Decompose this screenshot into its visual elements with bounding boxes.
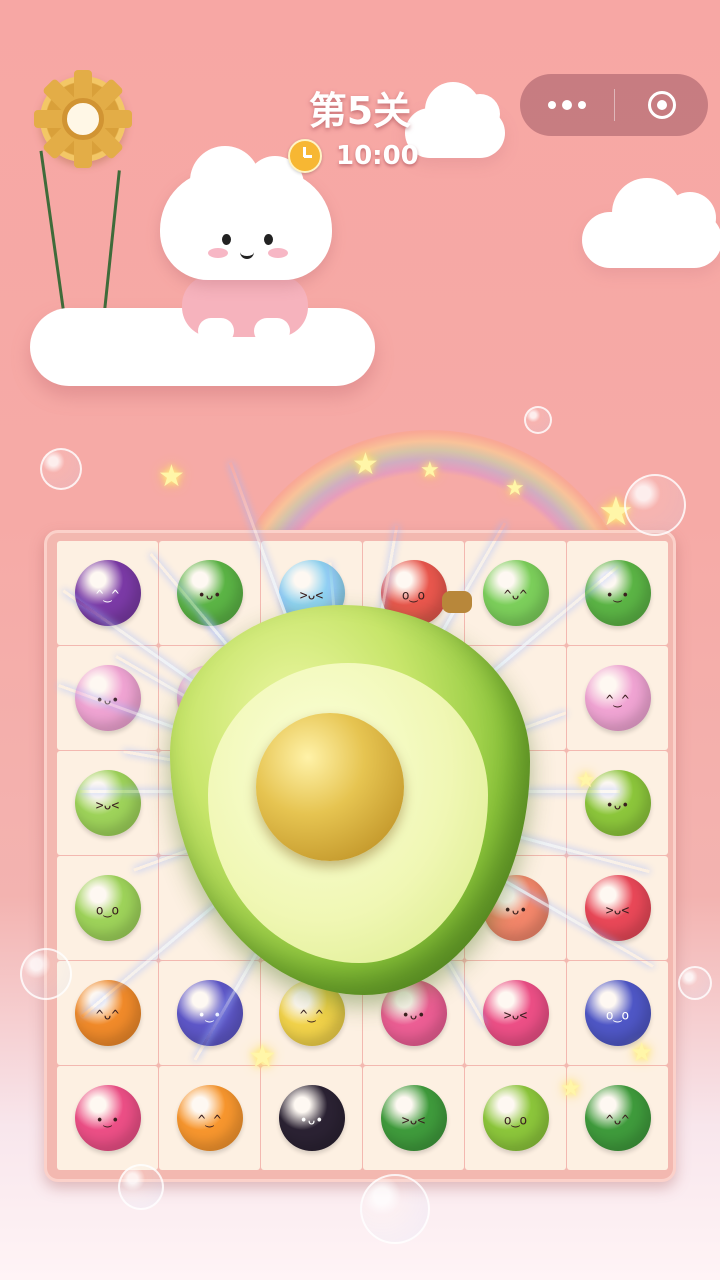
blueberry-icon: o‿o — [584, 980, 651, 1046]
board-tile[interactable]: •ᴗ• — [261, 1066, 362, 1170]
bubble — [20, 948, 72, 1000]
board-tile[interactable]: •ᴗ• — [567, 751, 668, 855]
miniprogram-capsule — [520, 74, 708, 136]
eggplant-icon: ^‿^ — [74, 560, 141, 626]
broccoli-icon: •‿• — [584, 560, 651, 626]
apple-icon: o‿o — [74, 875, 141, 941]
grapes-icon: ^‿^ — [584, 665, 651, 731]
board-tile[interactable]: ^ᴗ^ — [57, 961, 158, 1065]
dragonfruit-icon: •‿• — [74, 1085, 141, 1151]
sparkle-icon: ★ — [560, 1074, 582, 1102]
board-tile[interactable]: ^‿^ — [567, 646, 668, 750]
sparkle-icon: ★ — [248, 1037, 277, 1075]
sparkle-icon: ★ — [576, 768, 596, 793]
avocado-stem — [442, 591, 472, 613]
board-tile[interactable]: ^ᴗ^ — [567, 1066, 668, 1170]
board-tile[interactable]: ^‿^ — [57, 541, 158, 645]
board-tile[interactable]: >ᴗ< — [363, 1066, 464, 1170]
grapes-icon: •ᴗ• — [74, 665, 141, 731]
board-tile[interactable]: o‿o — [57, 856, 158, 960]
board-tile[interactable]: o‿o — [465, 1066, 566, 1170]
target-close-icon[interactable] — [615, 74, 708, 136]
cloud-mascot — [160, 146, 332, 280]
bubble — [40, 448, 82, 490]
bubble — [524, 406, 552, 434]
board-tile[interactable]: ^‿^ — [159, 1066, 260, 1170]
sparkle-icon: ★ — [352, 447, 379, 482]
bubble — [360, 1174, 430, 1244]
blackberry-icon: •ᴗ• — [278, 1085, 345, 1151]
bubble — [624, 474, 686, 536]
more-dots-icon[interactable] — [520, 74, 614, 136]
timer-text: 10:00 — [336, 141, 419, 171]
sparkle-icon: ★ — [158, 459, 185, 494]
watermelon-icon: >ᴗ< — [380, 1085, 447, 1151]
timer: 10:00 — [288, 138, 419, 174]
apple-icon: >ᴗ< — [74, 770, 141, 836]
sparkle-icon: ★ — [420, 458, 440, 483]
avocado-highlight — [160, 585, 540, 1005]
board-tile[interactable]: •‿• — [57, 1066, 158, 1170]
bubble — [678, 966, 712, 1000]
board-tile[interactable]: •ᴗ• — [57, 646, 158, 750]
mascot-foot — [254, 318, 290, 344]
sparkle-icon: ★ — [505, 476, 525, 501]
sky-cloud — [582, 178, 720, 268]
avocado-seed — [256, 713, 404, 861]
bubble — [118, 1164, 164, 1210]
clock-icon — [288, 139, 322, 173]
watermelon-icon: ^ᴗ^ — [584, 1085, 651, 1151]
sparkle-icon: ★ — [630, 1038, 654, 1068]
board-tile[interactable]: >ᴗ< — [57, 751, 158, 855]
mascot-foot — [198, 318, 234, 344]
avocado-icon: o‿o — [482, 1085, 549, 1151]
orange-icon: ^‿^ — [176, 1085, 243, 1151]
